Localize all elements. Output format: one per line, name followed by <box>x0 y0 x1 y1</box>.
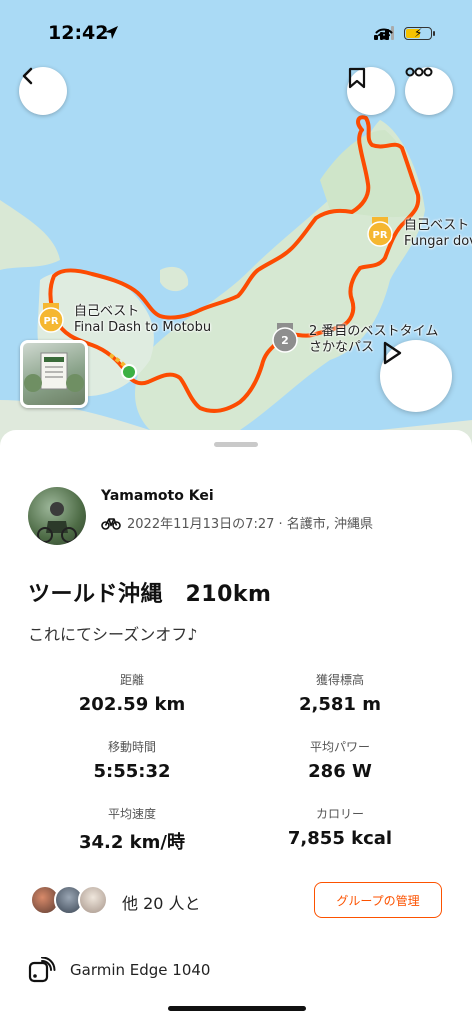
group-avatars[interactable] <box>30 885 110 917</box>
more-options-button[interactable] <box>405 67 453 115</box>
pr-medal-icon: PR <box>367 217 393 247</box>
more-dots-icon <box>405 67 433 77</box>
wifi-icon <box>375 28 393 40</box>
stat-calories: カロリー 7,855 kcal <box>250 805 430 849</box>
segment-label-final-dash[interactable]: 自己ベスト Final Dash to Motobu <box>74 304 211 336</box>
photo-image <box>24 352 84 392</box>
avatar-image <box>37 502 77 543</box>
stat-average-speed: 平均速度 34.2 km/時 <box>42 805 222 854</box>
rank-medal-icon: 2 <box>272 323 298 353</box>
activity-title: ツールド沖縄 210km <box>28 582 272 607</box>
stat-label: 平均速度 <box>107 807 156 821</box>
stat-distance: 距離 202.59 km <box>42 671 222 715</box>
activity-meta: 2022年11月13日の7:27 · 名護市, 沖縄県 <box>101 513 373 532</box>
avatar <box>78 885 108 915</box>
back-button[interactable] <box>19 67 67 115</box>
device-icon <box>28 957 56 983</box>
activity-description: これにてシーズンオフ♪ <box>28 625 198 644</box>
bike-icon <box>101 517 121 530</box>
device-name: Garmin Edge 1040 <box>70 961 211 979</box>
device-info: Garmin Edge 1040 <box>28 957 210 983</box>
stat-value: 202.59 km <box>78 694 186 715</box>
status-time: 12:42 <box>48 22 109 44</box>
stat-label: 平均パワー <box>309 740 370 754</box>
stat-value: 34.2 km/時 <box>79 832 185 853</box>
group-participants-text[interactable]: 他 20 人と <box>122 890 201 914</box>
battery-icon: ⚡ <box>404 26 435 40</box>
island-small <box>160 266 189 292</box>
location-arrow-icon <box>105 26 118 39</box>
stat-label: 移動時間 <box>107 740 156 754</box>
stat-label: 距離 <box>119 673 144 687</box>
stat-value: 5:55:32 <box>93 761 171 782</box>
bookmark-icon <box>348 67 366 89</box>
land-northwest <box>0 200 60 270</box>
chevron-left-icon <box>22 67 33 85</box>
stat-label: カロリー <box>315 807 364 821</box>
stat-label: 獲得標高 <box>315 673 364 687</box>
stat-elevation-gain: 獲得標高 2,581 m <box>250 671 430 715</box>
pr-medal-icon: PR <box>38 303 64 333</box>
stat-average-power: 平均パワー 286 W <box>250 738 430 782</box>
manage-group-button[interactable]: グループの管理 <box>314 882 442 918</box>
stat-value: 2,581 m <box>299 694 381 715</box>
activity-date-location: 2022年11月13日の7:27 · 名護市, 沖縄県 <box>127 517 374 532</box>
start-marker <box>121 364 137 380</box>
route-map[interactable]: 12:42 ⚡ PR 自己ベスト Final Dash to Motobu PR… <box>0 0 472 460</box>
home-indicator[interactable] <box>168 1006 306 1011</box>
svg-text:2: 2 <box>281 334 289 347</box>
stat-value: 286 W <box>308 761 372 782</box>
play-flyover-button[interactable] <box>380 340 452 412</box>
status-bar: 12:42 ⚡ <box>0 0 472 60</box>
svg-text:PR: PR <box>372 230 387 241</box>
play-icon <box>383 341 402 365</box>
activity-photo-thumbnail[interactable] <box>20 340 88 408</box>
athlete-name[interactable]: Yamamoto Kei <box>101 488 214 504</box>
save-route-button[interactable] <box>347 67 395 115</box>
activity-detail-sheet: Yamamoto Kei 2022年11月13日の7:27 · 名護市, 沖縄県… <box>0 430 472 1024</box>
stat-moving-time: 移動時間 5:55:32 <box>42 738 222 782</box>
athlete-avatar[interactable] <box>28 487 86 545</box>
segment-label-fungar[interactable]: 自己ベスト Fungar dov <box>404 218 472 250</box>
svg-text:PR: PR <box>43 316 58 327</box>
sheet-drag-handle[interactable] <box>214 442 258 447</box>
stat-value: 7,855 kcal <box>287 828 393 849</box>
